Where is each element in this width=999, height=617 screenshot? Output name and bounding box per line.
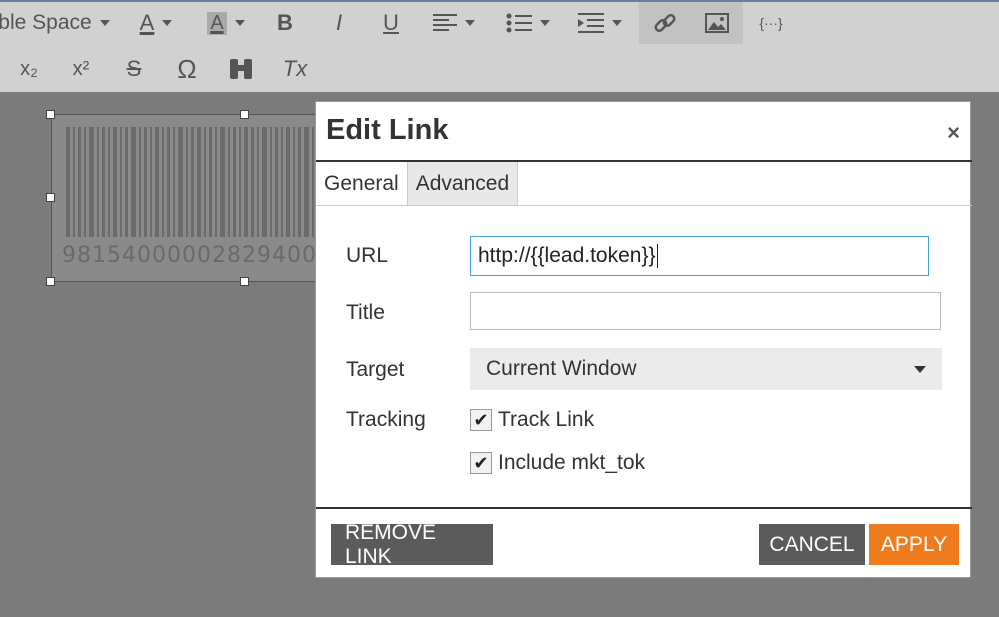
superscript-icon: x² — [72, 57, 90, 80]
align-icon — [433, 14, 457, 31]
token-icon: {···} — [759, 15, 783, 31]
title-input[interactable] — [470, 292, 941, 330]
target-value: Current Window — [486, 357, 637, 380]
special-char-icon: Ω — [177, 53, 197, 84]
cancel-button[interactable]: CANCEL — [759, 524, 865, 565]
track-link-label: Track Link — [498, 408, 595, 431]
chevron-down-icon — [162, 20, 173, 26]
track-link-checkbox[interactable]: ✔ — [470, 409, 492, 431]
subscript-icon: x₂ — [20, 57, 38, 80]
resize-handle-tm[interactable] — [240, 110, 249, 119]
barcode-bars — [66, 127, 326, 237]
text-cursor — [656, 244, 658, 268]
indent-icon — [578, 13, 604, 33]
dialog-tabs: General Advanced — [316, 162, 519, 205]
track-link-option[interactable]: ✔ Track Link — [470, 408, 594, 432]
subscript-button[interactable]: x₂ — [14, 48, 44, 90]
title-label: Title — [346, 301, 385, 324]
tab-advanced[interactable]: Advanced — [407, 162, 519, 205]
image-icon — [705, 13, 729, 33]
italic-button[interactable]: I — [322, 2, 356, 44]
link-button[interactable] — [639, 2, 691, 44]
url-label: URL — [346, 244, 389, 267]
link-icon — [654, 14, 676, 32]
strikethrough-icon: S — [126, 56, 142, 81]
tab-general[interactable]: General — [316, 162, 408, 205]
tabs-divider — [316, 205, 972, 206]
chevron-down-icon — [99, 20, 110, 26]
italic-icon: I — [335, 10, 343, 35]
resize-handle-bm[interactable] — [240, 277, 249, 286]
remove-link-button[interactable]: REMOVE LINK — [331, 521, 493, 568]
bold-icon: B — [277, 10, 293, 35]
resize-handle-ml[interactable] — [46, 193, 55, 202]
resize-handle-tl[interactable] — [46, 110, 55, 119]
superscript-button[interactable]: x² — [66, 48, 96, 90]
checkmark-icon: ✔ — [473, 452, 489, 473]
token-button[interactable]: {···} — [753, 2, 789, 44]
footer-divider — [316, 507, 972, 509]
url-value: http://{{lead.token}} — [478, 244, 656, 267]
editor-toolbar: ble Space A A B I U {···} x₂ x² S Ω Tx — [0, 0, 999, 92]
include-mkt-tok-option[interactable]: ✔ Include mkt_tok — [470, 451, 645, 475]
paragraph-style-label: ble Space — [0, 11, 92, 34]
edit-link-dialog: Edit Link × General Advanced URL http://… — [315, 101, 972, 578]
chevron-down-icon — [540, 20, 550, 26]
background-color-button[interactable]: A — [198, 2, 254, 44]
bullet-list-icon — [506, 13, 532, 33]
background-color-icon: A — [207, 11, 227, 35]
include-mkt-tok-checkbox[interactable]: ✔ — [470, 452, 492, 474]
underline-button[interactable]: U — [374, 2, 408, 44]
font-color-icon: A — [139, 10, 155, 35]
target-select[interactable]: Current Window — [470, 348, 942, 390]
chevron-down-icon — [465, 20, 475, 26]
indent-button[interactable] — [574, 2, 626, 44]
find-button[interactable] — [224, 48, 258, 90]
close-icon[interactable]: × — [947, 120, 960, 146]
apply-button[interactable]: APPLY — [869, 524, 959, 565]
paragraph-style-dropdown[interactable]: ble Space — [0, 2, 110, 44]
clear-format-button[interactable]: Tx — [278, 48, 312, 90]
strikethrough-button[interactable]: S — [118, 48, 150, 90]
chevron-down-icon — [914, 365, 926, 373]
checkmark-icon: ✔ — [473, 409, 489, 430]
resize-handle-bl[interactable] — [46, 277, 55, 286]
url-input[interactable]: http://{{lead.token}} — [470, 236, 929, 276]
bold-button[interactable]: B — [268, 2, 302, 44]
align-button[interactable] — [428, 2, 480, 44]
include-mkt-tok-label: Include mkt_tok — [498, 451, 646, 474]
chevron-down-icon — [234, 20, 245, 26]
chevron-down-icon — [612, 20, 622, 26]
barcode-image[interactable]: 98154000002829400300 — [51, 114, 361, 282]
font-color-button[interactable]: A — [128, 2, 184, 44]
special-char-button[interactable]: Ω — [170, 48, 204, 90]
target-label: Target — [346, 358, 405, 381]
underline-icon: U — [383, 10, 399, 35]
clear-format-icon: Tx — [282, 56, 308, 81]
dialog-title: Edit Link — [326, 114, 449, 146]
binoculars-icon — [230, 59, 252, 79]
image-button[interactable] — [691, 2, 743, 44]
tracking-label: Tracking — [346, 408, 426, 431]
bullet-list-button[interactable] — [502, 2, 554, 44]
